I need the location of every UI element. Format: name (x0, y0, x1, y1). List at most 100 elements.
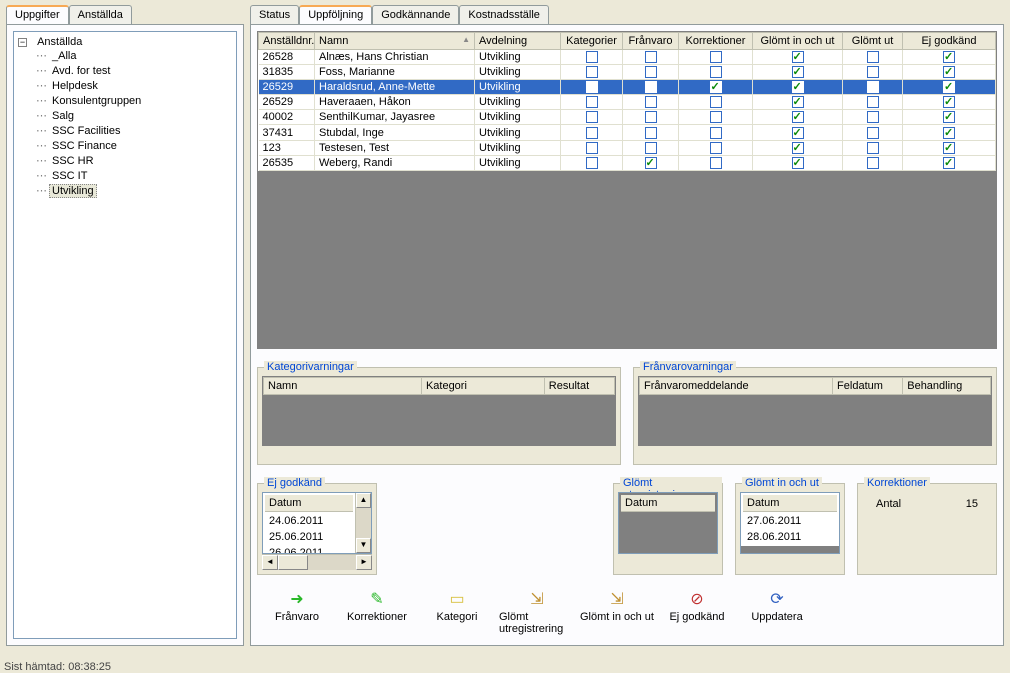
grid-cell-checkbox[interactable] (561, 80, 623, 95)
checkbox-icon[interactable] (645, 51, 657, 63)
grid-cell-checkbox[interactable] (561, 110, 623, 125)
toolbar-button[interactable]: ⊘Ej godkänd (659, 589, 735, 635)
grid-cell-checkbox[interactable] (623, 140, 679, 155)
date-row[interactable]: 25.06.2011 (265, 530, 353, 544)
toolbar-button[interactable]: ✎Korrektioner (339, 589, 415, 635)
checkbox-icon[interactable] (943, 66, 955, 78)
grid-cell-checkbox[interactable] (903, 110, 996, 125)
scroll-right-icon[interactable]: ► (356, 555, 372, 570)
grid-cell-checkbox[interactable] (679, 110, 753, 125)
checkbox-icon[interactable] (943, 127, 955, 139)
checkbox-icon[interactable] (710, 96, 722, 108)
grid-cell-checkbox[interactable] (753, 50, 843, 65)
tree-item[interactable]: ⋯_Alla (36, 48, 234, 63)
checkbox-icon[interactable] (943, 157, 955, 169)
grid-cell-checkbox[interactable] (679, 155, 753, 170)
ej-godkand-header[interactable]: Datum (265, 495, 353, 512)
checkbox-icon[interactable] (710, 157, 722, 169)
grid-cell-checkbox[interactable] (679, 140, 753, 155)
grid-cell-checkbox[interactable] (623, 110, 679, 125)
checkbox-icon[interactable] (645, 81, 657, 93)
checkbox-icon[interactable] (586, 51, 598, 63)
grid-column-header[interactable]: Korrektioner (679, 33, 753, 50)
table-row[interactable]: 37431Stubdal, IngeUtvikling (259, 125, 996, 140)
grid-cell-checkbox[interactable] (753, 125, 843, 140)
tree-item[interactable]: ⋯SSC Finance (36, 138, 234, 153)
checkbox-icon[interactable] (586, 96, 598, 108)
grid-cell-checkbox[interactable] (753, 65, 843, 80)
scroll-down-icon[interactable]: ▼ (356, 538, 371, 553)
kv-col-namn[interactable]: Namn (264, 378, 422, 395)
checkbox-icon[interactable] (867, 111, 879, 123)
grid-cell-checkbox[interactable] (623, 50, 679, 65)
checkbox-icon[interactable] (645, 157, 657, 169)
checkbox-icon[interactable] (867, 66, 879, 78)
toolbar-button[interactable]: ⇲Glömt utregistrering (499, 589, 575, 635)
checkbox-icon[interactable] (943, 81, 955, 93)
table-row[interactable]: 26529Haveraaen, HåkonUtvikling (259, 95, 996, 110)
grid-cell-checkbox[interactable] (843, 95, 903, 110)
checkbox-icon[interactable] (645, 142, 657, 154)
grid-cell-checkbox[interactable] (843, 110, 903, 125)
grid-column-header[interactable]: Kategorier (561, 33, 623, 50)
date-row[interactable]: 27.06.2011 (743, 514, 837, 528)
fv-col-behandling[interactable]: Behandling (903, 378, 991, 395)
grid-column-header[interactable]: Avdelning (475, 33, 561, 50)
checkbox-icon[interactable] (586, 157, 598, 169)
checkbox-icon[interactable] (792, 142, 804, 154)
grid-cell-checkbox[interactable] (903, 155, 996, 170)
date-row[interactable]: 24.06.2011 (265, 514, 353, 528)
grid-cell-checkbox[interactable] (679, 80, 753, 95)
checkbox-icon[interactable] (867, 51, 879, 63)
tree-root-label[interactable]: Anställda (34, 35, 85, 49)
checkbox-icon[interactable] (792, 127, 804, 139)
kv-col-kategori[interactable]: Kategori (421, 378, 544, 395)
table-row[interactable]: 26528Alnæs, Hans ChristianUtvikling (259, 50, 996, 65)
grid-cell-checkbox[interactable] (753, 80, 843, 95)
grid-cell-checkbox[interactable] (903, 65, 996, 80)
checkbox-icon[interactable] (792, 111, 804, 123)
checkbox-icon[interactable] (867, 81, 879, 93)
checkbox-icon[interactable] (867, 157, 879, 169)
toolbar-button[interactable]: ➜Frånvaro (259, 589, 335, 635)
toolbar-button[interactable]: ⇲Glömt in och ut (579, 589, 655, 635)
checkbox-icon[interactable] (645, 96, 657, 108)
grid-cell-checkbox[interactable] (561, 155, 623, 170)
grid-cell-checkbox[interactable] (561, 65, 623, 80)
tab-uppfoljning[interactable]: Uppföljning (299, 5, 372, 24)
fv-col-msg[interactable]: Frånvaromeddelande (640, 378, 833, 395)
grid-cell-checkbox[interactable] (843, 65, 903, 80)
tree-item[interactable]: ⋯Konsulentgruppen (36, 93, 234, 108)
table-row[interactable]: 31835Foss, MarianneUtvikling (259, 65, 996, 80)
date-row[interactable]: 28.06.2011 (743, 530, 837, 544)
grid-cell-checkbox[interactable] (561, 140, 623, 155)
checkbox-icon[interactable] (645, 127, 657, 139)
grid-cell-checkbox[interactable] (903, 95, 996, 110)
tab-status[interactable]: Status (250, 5, 299, 24)
checkbox-icon[interactable] (792, 66, 804, 78)
tab-godkannande[interactable]: Godkännande (372, 5, 459, 24)
tree-item[interactable]: ⋯SSC HR (36, 153, 234, 168)
scroll-left-icon[interactable]: ◄ (262, 555, 278, 570)
grid-column-header[interactable]: Ej godkänd (903, 33, 996, 50)
date-row[interactable]: 26.06.2011 (265, 546, 353, 554)
grid-cell-checkbox[interactable] (843, 125, 903, 140)
tab-uppgifter[interactable]: Uppgifter (6, 5, 69, 24)
grid-cell-checkbox[interactable] (561, 50, 623, 65)
grid-cell-checkbox[interactable] (679, 65, 753, 80)
grid-cell-checkbox[interactable] (623, 125, 679, 140)
checkbox-icon[interactable] (943, 142, 955, 154)
grid-column-header[interactable]: Frånvaro (623, 33, 679, 50)
tree-item[interactable]: ⋯Salg (36, 108, 234, 123)
grid-cell-checkbox[interactable] (903, 125, 996, 140)
grid-cell-checkbox[interactable] (843, 80, 903, 95)
ej-godkand-scroll[interactable]: ▲ ▼ (355, 493, 371, 553)
department-tree[interactable]: − Anställda ⋯_Alla⋯Avd. for test⋯Helpdes… (13, 31, 237, 639)
tab-anstallda[interactable]: Anställda (69, 5, 132, 24)
fv-col-feldatum[interactable]: Feldatum (833, 378, 903, 395)
checkbox-icon[interactable] (710, 127, 722, 139)
toolbar-button[interactable]: ▭Kategori (419, 589, 495, 635)
grid-cell-checkbox[interactable] (843, 140, 903, 155)
checkbox-icon[interactable] (710, 111, 722, 123)
grid-cell-checkbox[interactable] (679, 95, 753, 110)
